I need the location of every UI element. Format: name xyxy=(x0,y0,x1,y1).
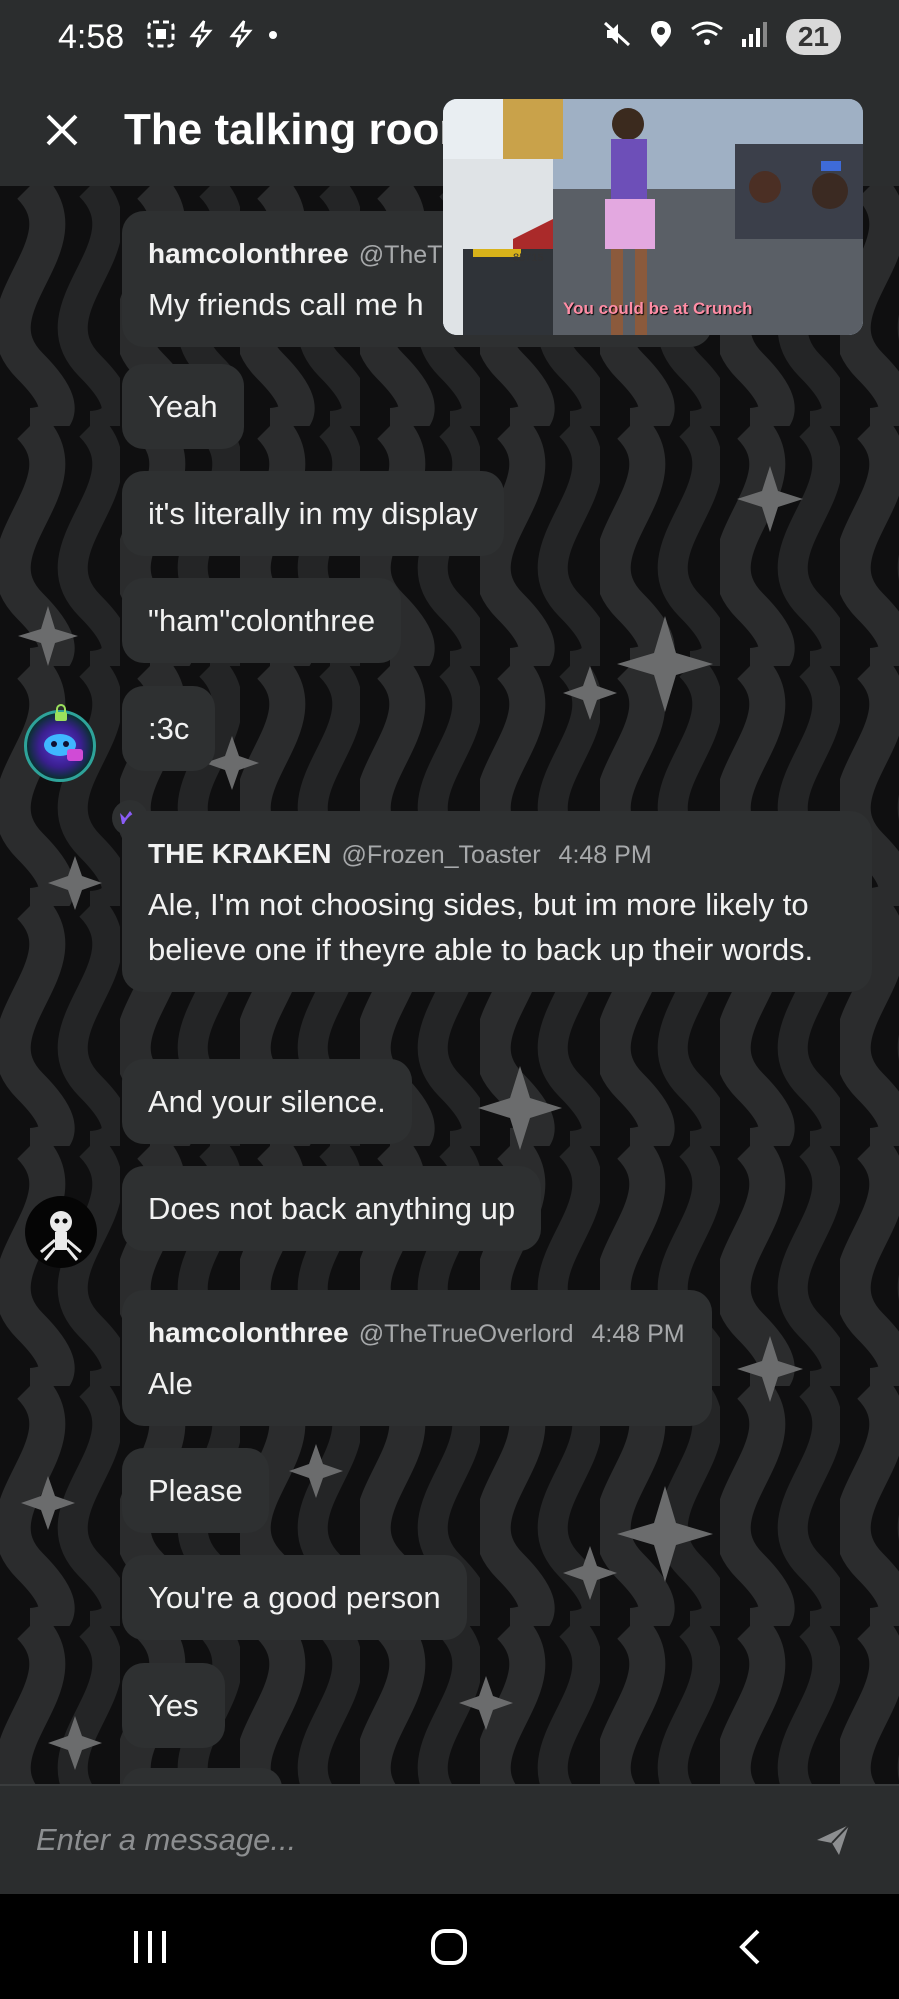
message-bubble[interactable]: You're a good person xyxy=(122,1555,467,1640)
room-title: The talking room xyxy=(124,105,479,154)
flash-icon xyxy=(186,19,216,56)
battery-level: 21 xyxy=(797,21,829,52)
screenshot-icon xyxy=(146,19,176,56)
message-text: You're a good person xyxy=(148,1580,441,1615)
send-button[interactable] xyxy=(803,1810,863,1870)
message-bubble-partial[interactable] xyxy=(122,1768,282,1784)
message-text: Ale xyxy=(148,1366,193,1401)
video-caption: You could be at Crunch xyxy=(563,299,753,318)
message-bubble[interactable]: it's literally in my display xyxy=(122,471,504,556)
car-number: 85715 xyxy=(513,252,544,264)
recents-button[interactable] xyxy=(105,1907,195,1987)
message-bubble[interactable]: THE KRΔKEN @Frozen_Toaster 4:48 PM Ale, … xyxy=(122,811,872,992)
home-button[interactable] xyxy=(404,1907,494,1987)
message-text: Does not back anything up xyxy=(148,1191,516,1226)
flash-icon-2 xyxy=(226,19,256,56)
status-time: 4:58 xyxy=(58,17,125,56)
message-bubble[interactable]: "ham"colonthree xyxy=(122,578,402,663)
lock-badge-icon xyxy=(52,704,70,727)
message-bubble[interactable]: Yeah xyxy=(122,364,244,449)
message-composer xyxy=(0,1784,899,1894)
home-icon xyxy=(431,1928,468,1965)
back-button[interactable] xyxy=(704,1907,794,1987)
message-text: Please xyxy=(148,1473,243,1508)
message-text: "ham"colonthree xyxy=(148,603,376,638)
message-handle: @TheTr xyxy=(358,241,450,269)
status-bar: 4:58 21 xyxy=(0,0,899,74)
message-bubble[interactable]: Yes xyxy=(122,1663,225,1748)
message-text: Ale, I'm not choosing sides, but im more… xyxy=(148,887,814,967)
message-timestamp: 4:48 PM xyxy=(558,841,652,869)
message-bubble[interactable]: And your silence. xyxy=(122,1059,412,1144)
message-handle: @TheTrueOverlord xyxy=(358,1320,574,1348)
location-icon xyxy=(648,19,674,56)
message-bubble[interactable]: Please xyxy=(122,1448,269,1533)
wifi-icon xyxy=(690,19,724,56)
send-icon xyxy=(817,1824,850,1855)
message-text: Yes xyxy=(148,1688,199,1723)
message-handle: @Frozen_Toaster xyxy=(341,841,541,869)
message-text: And your silence. xyxy=(148,1084,386,1119)
status-notification-icons xyxy=(146,19,280,56)
message-bubble[interactable]: hamcolonthree @TheTrueOverlord 4:48 PM A… xyxy=(122,1290,712,1426)
message-text: it's literally in my display xyxy=(148,496,478,531)
status-system-icons: 21 xyxy=(602,19,841,56)
signal-icon xyxy=(740,19,770,56)
avatar[interactable] xyxy=(25,1196,97,1268)
message-bubble[interactable]: Does not back anything up xyxy=(122,1166,542,1251)
system-nav-bar xyxy=(0,1894,899,1999)
message-username[interactable]: THE KRΔKEN xyxy=(148,831,331,876)
message-meta: hamcolonthree @TheTrueOverlord 4:48 PM xyxy=(148,1310,686,1357)
battery-indicator: 21 xyxy=(785,19,841,55)
message-bubble[interactable]: :3c xyxy=(122,686,216,771)
message-meta: THE KRΔKEN @Frozen_Toaster 4:48 PM xyxy=(148,831,846,878)
message-username[interactable]: hamcolonthree xyxy=(148,231,349,276)
message-input[interactable] xyxy=(36,1822,803,1858)
recents-icon xyxy=(133,1930,166,1963)
video-overlay[interactable]: 85715 You could be at Crunch xyxy=(443,99,863,335)
message-text: Yeah xyxy=(148,389,218,424)
close-button[interactable] xyxy=(32,100,92,160)
message-text: :3c xyxy=(148,711,190,746)
message-timestamp: 4:48 PM xyxy=(591,1320,685,1348)
close-icon xyxy=(46,114,78,146)
mute-icon xyxy=(602,19,632,56)
message-username[interactable]: hamcolonthree xyxy=(148,1310,349,1355)
dot-icon xyxy=(266,19,280,56)
chat-area[interactable]: hamcolonthree @TheTr My friends call me … xyxy=(0,186,899,1784)
back-icon xyxy=(739,1929,760,1964)
